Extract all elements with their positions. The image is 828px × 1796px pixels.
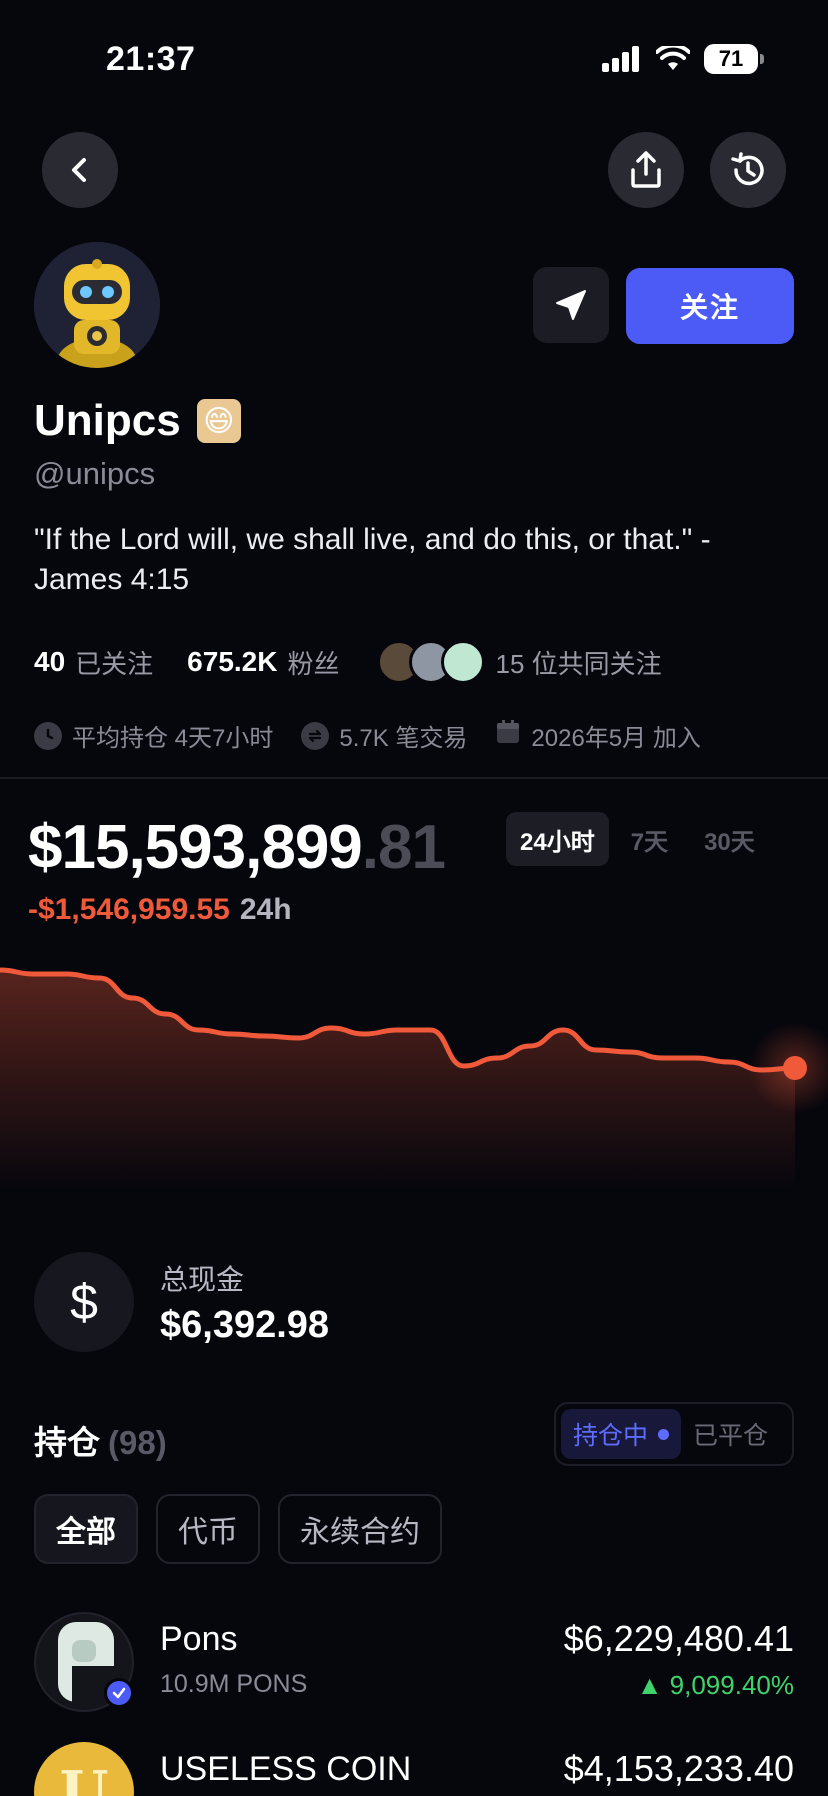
status-time: 21:37 xyxy=(106,40,196,78)
signal-icon xyxy=(602,46,639,72)
verified-icon xyxy=(104,1678,134,1708)
toggle-open-label: 持仓中 xyxy=(573,1422,649,1450)
holding-row[interactable]: U USELESS COIN $4,153,233.40 xyxy=(34,1742,794,1796)
holdings-count: (98) xyxy=(108,1424,167,1461)
cash-label: 总现金 xyxy=(160,1264,245,1295)
holdings-title-text: 持仓 xyxy=(34,1424,100,1461)
calendar-icon xyxy=(495,719,521,752)
profile-bio: "If the Lord will, we shall live, and do… xyxy=(34,523,711,596)
chart-endpoint xyxy=(783,1056,807,1080)
avg-hold: 平均持仓 4天7小时 xyxy=(34,718,273,753)
balance-decimal: .81 xyxy=(361,813,446,882)
followers-label[interactable]: 粉丝 xyxy=(287,644,339,681)
robot-avatar-icon xyxy=(34,242,160,368)
status-icons: 71 xyxy=(602,44,764,74)
trades: 5.7K 笔交易 xyxy=(301,718,467,753)
range-24h[interactable]: 24小时 xyxy=(506,812,609,866)
range-30d[interactable]: 30天 xyxy=(690,812,769,866)
token-value: $6,229,480.41 xyxy=(563,1618,794,1659)
holdings-status-toggle: 持仓中 已平仓 xyxy=(554,1402,794,1466)
followers-count[interactable]: 675.2K xyxy=(187,646,277,678)
joined: 2026年5月 加入 xyxy=(495,718,701,753)
toggle-open-positions[interactable]: 持仓中 xyxy=(561,1409,682,1459)
portfolio-chart[interactable] xyxy=(0,940,828,1190)
follow-button[interactable]: 关注 xyxy=(626,268,794,344)
profile-name: Unipcs xyxy=(34,396,181,445)
mutual-avatars[interactable] xyxy=(377,640,486,684)
profile-stats: 40 已关注 675.2K 粉丝 15 位共同关注 xyxy=(34,640,662,684)
mutual-followers-label[interactable]: 15 位共同关注 xyxy=(495,644,661,681)
message-button[interactable] xyxy=(533,267,609,343)
avatar[interactable] xyxy=(34,242,160,368)
toggle-closed-positions[interactable]: 已平仓 xyxy=(681,1409,780,1459)
section-divider xyxy=(0,777,828,779)
trades-text: 5.7K 笔交易 xyxy=(339,725,468,752)
following-label[interactable]: 已关注 xyxy=(75,644,153,681)
send-icon xyxy=(556,290,586,320)
portfolio-balance: $15,593,899.81 xyxy=(28,812,446,883)
dollar-icon: $ xyxy=(34,1252,134,1352)
portfolio-change: -$1,546,959.55 24h xyxy=(28,893,292,927)
token-name: USELESS COIN xyxy=(160,1750,412,1788)
token-value: $4,153,233.40 xyxy=(563,1748,794,1789)
active-dot-icon xyxy=(658,1428,670,1440)
profile-badge-icon: 😄 xyxy=(196,399,241,443)
back-button[interactable] xyxy=(42,132,118,208)
history-button[interactable] xyxy=(710,132,786,208)
share-button[interactable] xyxy=(608,132,684,208)
clock-icon xyxy=(34,721,62,750)
chart-area xyxy=(0,970,795,1190)
change-value: -$1,546,959.55 xyxy=(28,893,230,926)
following-count[interactable]: 40 xyxy=(34,646,65,678)
balance-main: $15,593,899 xyxy=(28,813,363,882)
filter-perpetuals[interactable]: 永续合约 xyxy=(278,1494,442,1564)
holdings-filters: 全部 代币 永续合约 xyxy=(34,1494,442,1564)
useless-coin-logo-icon: U xyxy=(34,1742,134,1796)
avg-hold-text: 平均持仓 4天7小时 xyxy=(72,725,274,752)
joined-text: 2026年5月 加入 xyxy=(531,725,701,752)
filter-all[interactable]: 全部 xyxy=(34,1494,138,1564)
holding-row[interactable]: Pons 10.9M PONS $6,229,480.41 ▲ 9,099.40… xyxy=(34,1612,794,1712)
wifi-icon xyxy=(656,46,690,70)
range-selector: 24小时 7天 30天 xyxy=(506,812,769,866)
exchange-icon xyxy=(301,721,330,750)
token-name: Pons xyxy=(160,1620,238,1658)
profile-meta: 平均持仓 4天7小时 5.7K 笔交易 2026年5月 加入 xyxy=(34,718,729,753)
range-7d[interactable]: 7天 xyxy=(617,812,682,866)
holdings-title: 持仓 (98) xyxy=(34,1416,167,1464)
token-amount: 10.9M PONS xyxy=(160,1670,308,1698)
token-change: ▲ 9,099.40% xyxy=(636,1670,794,1700)
history-icon xyxy=(731,152,764,186)
mutual-avatar xyxy=(441,640,486,684)
chevron-left-icon xyxy=(72,158,86,182)
filter-tokens[interactable]: 代币 xyxy=(156,1494,260,1564)
change-period: 24h xyxy=(239,893,292,926)
profile-name-row: Unipcs 😄 xyxy=(34,396,241,446)
cash-value: $6,392.98 xyxy=(160,1304,330,1346)
profile-handle: @unipcs xyxy=(34,456,156,491)
battery-indicator: 71 xyxy=(704,44,764,74)
share-icon xyxy=(631,151,661,188)
